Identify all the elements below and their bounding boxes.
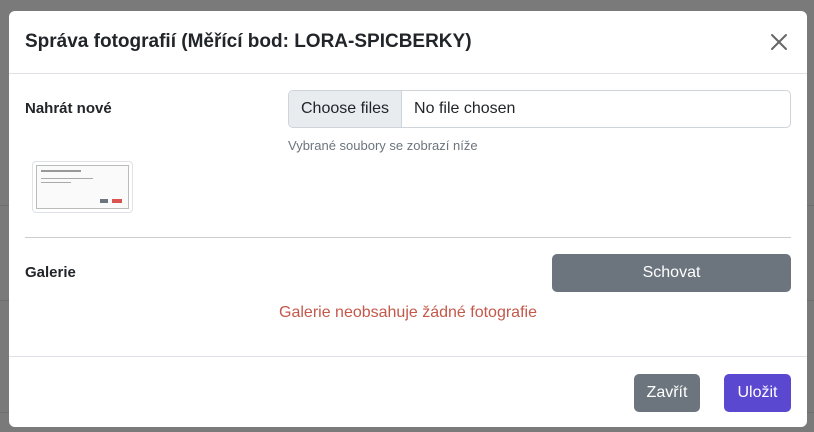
file-status-text: No file chosen (414, 100, 516, 117)
modal-header: Správa fotografií (Měřící bod: LORA-SPIC… (9, 11, 807, 74)
gallery-label: Galerie (25, 264, 76, 281)
file-upload-input[interactable]: Choose files No file chosen (288, 90, 791, 128)
modal-title: Správa fotografií (Měřící bod: LORA-SPIC… (25, 31, 472, 52)
modal-body: Nahrát nové Choose files No file chosen … (9, 74, 807, 356)
choose-files-button[interactable]: Choose files (289, 91, 403, 127)
upload-hint: Vybrané soubory se zobrazí níže (288, 138, 478, 153)
modal-footer: Zavřít Uložit (9, 356, 807, 427)
hide-gallery-button[interactable]: Schovat (552, 254, 791, 292)
upload-label: Nahrát nové (25, 100, 112, 117)
save-button[interactable]: Uložit (724, 374, 791, 412)
selected-file-thumbnail[interactable] (32, 161, 133, 213)
thumbnail-preview (36, 165, 129, 209)
gallery-empty-message: Galerie neobsahuje žádné fotografie (279, 304, 537, 321)
close-icon[interactable] (767, 30, 791, 54)
photo-management-modal: Správa fotografií (Měřící bod: LORA-SPIC… (9, 11, 807, 427)
section-divider (25, 237, 791, 238)
close-button[interactable]: Zavřít (634, 374, 700, 412)
